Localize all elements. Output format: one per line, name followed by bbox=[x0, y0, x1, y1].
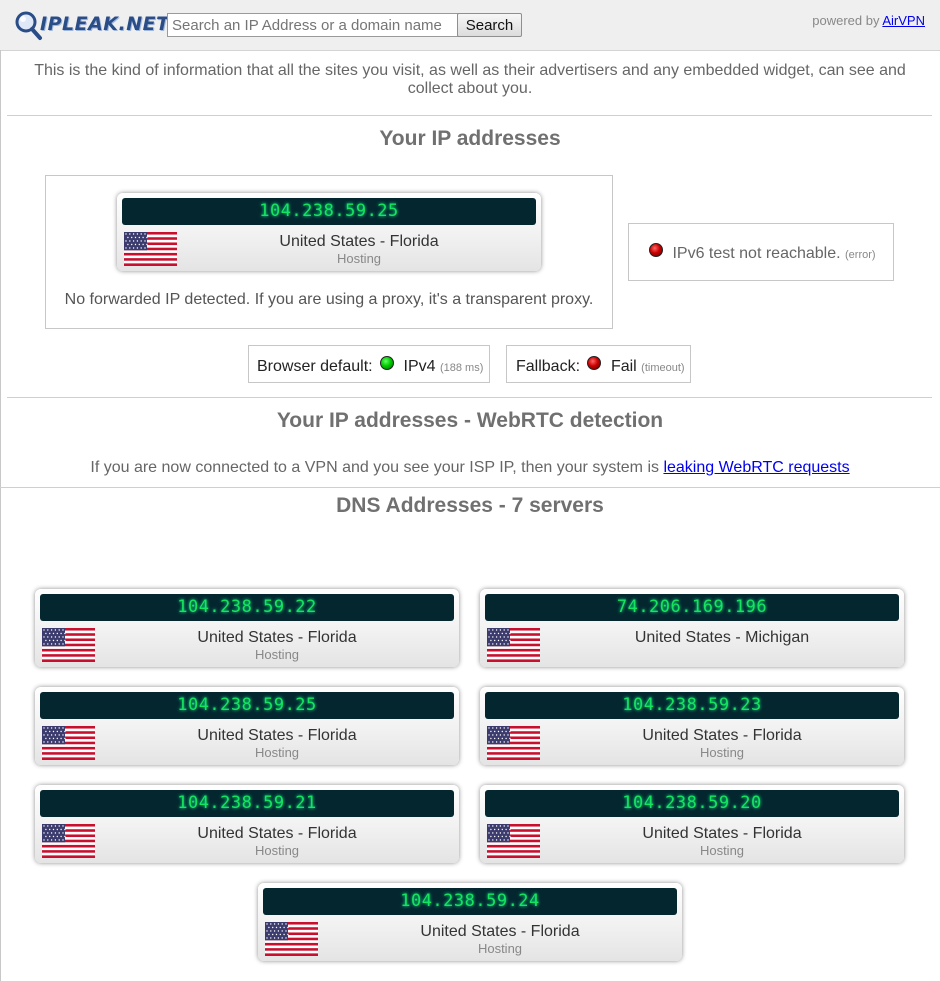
search-button[interactable]: Search bbox=[457, 13, 522, 37]
dns-section-title: DNS Addresses - 7 servers bbox=[336, 494, 604, 517]
dns-isp: Hosting bbox=[699, 843, 745, 858]
dns-server-card: 74.206.169.196 United States - Michigan bbox=[480, 589, 904, 667]
divider bbox=[7, 115, 932, 116]
dns-location: United States - Florida bbox=[642, 727, 802, 744]
dns-isp: Hosting bbox=[477, 941, 523, 956]
dns-location: United States - Michigan bbox=[634, 629, 810, 646]
dns-ip-address[interactable]: 104.238.59.20 bbox=[485, 790, 899, 817]
ip-isp: Hosting bbox=[336, 251, 382, 266]
fallback-detail: (timeout) bbox=[641, 362, 685, 374]
logo-text: IPLEAK.NET bbox=[40, 13, 170, 35]
dns-ip-address[interactable]: 104.238.59.25 bbox=[40, 692, 454, 719]
dns-server-card: 104.238.59.20 United States - Florida Host… bbox=[480, 785, 904, 863]
ipv6-status: (error) bbox=[845, 249, 876, 261]
powered-by: powered by AirVPN bbox=[812, 13, 925, 28]
fallback-dot-icon bbox=[587, 356, 602, 370]
dns-server-card: 104.238.59.25 United States - Florida Host… bbox=[35, 687, 459, 765]
ipv6-status-dot-icon bbox=[649, 243, 663, 257]
dns-server-card: 104.238.59.24 United States - Florida Host… bbox=[258, 883, 682, 961]
dns-isp: Hosting bbox=[254, 647, 300, 662]
dns-server-card: 104.238.59.22 United States - Florida Host… bbox=[35, 589, 459, 667]
dns-location: United States - Florida bbox=[642, 825, 802, 842]
browser-default-box: Browser default: IPv4 (188 ms) bbox=[248, 345, 490, 383]
dns-ip-address[interactable]: 104.238.59.21 bbox=[40, 790, 454, 817]
ipv6-box: IPv6 test not reachable. (error) bbox=[628, 223, 894, 281]
us-flag-icon bbox=[487, 628, 540, 662]
airvpn-link[interactable]: AirVPN bbox=[882, 13, 925, 28]
dns-isp: Hosting bbox=[699, 745, 745, 760]
us-flag-icon bbox=[42, 824, 95, 858]
dns-ip-address[interactable]: 104.238.59.22 bbox=[40, 594, 454, 621]
browser-default-dot-icon bbox=[380, 356, 395, 370]
divider bbox=[7, 397, 932, 398]
fallback-value: Fail bbox=[610, 358, 637, 375]
us-flag-icon bbox=[124, 232, 177, 266]
browser-default-detail: (188 ms) bbox=[439, 362, 484, 374]
webrtc-text: If you are now connected to a VPN and yo… bbox=[0, 459, 940, 477]
ip-address[interactable]: 104.238.59.25 bbox=[122, 198, 536, 225]
dns-ip-address[interactable]: 104.238.59.23 bbox=[485, 692, 899, 719]
fallback-box: Fallback: Fail (timeout) bbox=[506, 345, 691, 383]
ip-location: United States - Florida bbox=[279, 233, 439, 250]
dns-isp: Hosting bbox=[254, 745, 300, 760]
browser-default-label: Browser default: bbox=[257, 358, 373, 375]
ip-card: 104.238.59.25 United States - Florida Ho… bbox=[117, 193, 541, 271]
ipleak-logo[interactable]: IPLEAK.NET bbox=[14, 10, 169, 42]
top-bar: IPLEAK.NET Search powered by AirVPN bbox=[0, 0, 940, 51]
us-flag-icon bbox=[487, 726, 540, 760]
us-flag-icon bbox=[487, 824, 540, 858]
intro-text: This is the kind of information that all… bbox=[34, 62, 906, 97]
ip-section-title: Your IP addresses bbox=[379, 127, 561, 150]
dns-location: United States - Florida bbox=[197, 727, 357, 744]
ipv6-text: IPv6 test not reachable. bbox=[672, 245, 841, 262]
divider bbox=[0, 487, 940, 488]
dns-server-card: 104.238.59.21 United States - Florida Host… bbox=[35, 785, 459, 863]
dns-ip-address[interactable]: 74.206.169.196 bbox=[485, 594, 899, 621]
webrtc-section-title: Your IP addresses - WebRTC detection bbox=[276, 409, 664, 432]
dns-isp: Hosting bbox=[254, 843, 300, 858]
dns-ip-address[interactable]: 104.238.59.24 bbox=[263, 888, 677, 915]
dns-location: United States - Florida bbox=[197, 629, 357, 646]
search-input[interactable] bbox=[167, 13, 459, 37]
powered-by-label: powered by bbox=[812, 13, 880, 28]
dns-location: United States - Florida bbox=[197, 825, 357, 842]
no-forward-text: No forwarded IP detected. If you are usi… bbox=[64, 291, 594, 308]
dns-location: United States - Florida bbox=[420, 923, 580, 940]
us-flag-icon bbox=[265, 922, 318, 956]
dns-server-card: 104.238.59.23 United States - Florida Host… bbox=[480, 687, 904, 765]
fallback-label: Fallback: bbox=[516, 358, 581, 375]
webrtc-description: If you are now connected to a VPN and yo… bbox=[90, 459, 659, 476]
us-flag-icon bbox=[42, 726, 95, 760]
browser-default-value: IPv4 bbox=[403, 358, 436, 375]
webrtc-leak-link[interactable]: leaking WebRTC requests bbox=[663, 459, 849, 476]
us-flag-icon bbox=[42, 628, 95, 662]
